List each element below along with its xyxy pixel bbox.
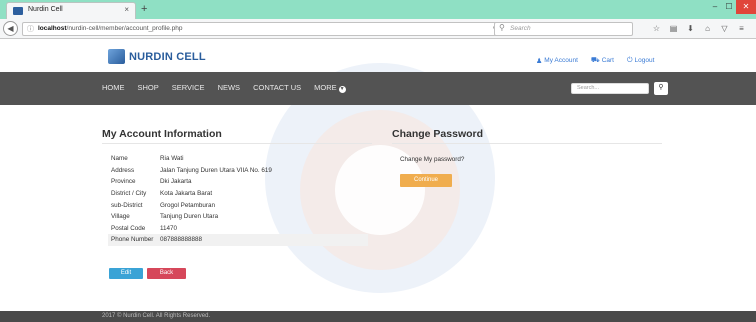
tab-strip: Nurdin Cell × + – ☐ ✕	[0, 0, 756, 19]
logo-icon[interactable]	[108, 49, 125, 64]
browser-window: Nurdin Cell × + – ☐ ✕ ◀ ⓘ localhost/nurd…	[0, 0, 756, 322]
user-icon: ♟	[536, 57, 543, 65]
account-info-label: Village	[111, 213, 130, 221]
site-logo-text[interactable]: NURDIN CELL	[129, 51, 206, 63]
account-info-row: District / City Kota Jakarta Barat	[108, 188, 368, 200]
browser-search-placeholder: Search	[510, 25, 531, 32]
edit-button[interactable]: Edit	[109, 268, 143, 279]
account-info-row: Name Ria Wati	[108, 153, 368, 165]
account-info-label: District / City	[111, 190, 147, 198]
account-info-label: sub-District	[111, 201, 143, 209]
site-header: NURDIN CELL ♟ My Account ⛟ Cart ⏻ Logout	[0, 40, 756, 72]
maximize-button[interactable]: ☐	[722, 0, 736, 14]
account-info-label: Name	[111, 155, 128, 163]
main-navigation: HOME SHOP SERVICE NEWS CONTACT US MORE ▼ …	[0, 72, 756, 105]
account-info-value: Jalan Tanjung Duren Utara VIIA No. 619	[160, 166, 272, 174]
account-info-row: sub-District Grogol Petamburan	[108, 199, 368, 211]
account-info-label: Postal Code	[111, 224, 146, 232]
back-button[interactable]: Back	[147, 268, 186, 279]
account-section-title: My Account Information	[102, 128, 222, 140]
account-info-row: Village Tanjung Duren Utara	[108, 211, 368, 223]
logout-link[interactable]: ⏻ Logout	[627, 56, 654, 65]
cart-icon: ⛟	[590, 57, 600, 64]
site-search-input[interactable]: Search...	[571, 83, 649, 94]
chevron-down-icon: ▼	[338, 86, 346, 93]
menu-item-service[interactable]: SERVICE	[172, 83, 205, 93]
web-page: NURDIN CELL ♟ My Account ⛟ Cart ⏻ Logout…	[0, 40, 756, 322]
menu: HOME SHOP SERVICE NEWS CONTACT US MORE ▼	[102, 83, 359, 93]
password-title-divider	[392, 143, 662, 144]
change-password-prompt: Change My password?	[400, 156, 465, 163]
my-account-link[interactable]: ♟ My Account	[536, 56, 578, 65]
account-info-row: Address Jalan Tanjung Duren Utara VIIA No…	[108, 165, 368, 177]
tab-title: Nurdin Cell	[28, 6, 63, 13]
favicon-icon	[13, 7, 23, 15]
download-icon[interactable]: ⬇	[682, 23, 699, 35]
account-info-row: Phone Number 087888888888	[108, 234, 368, 246]
cart-label: Cart	[601, 57, 614, 64]
account-info-value: Tanjung Duren Utara	[160, 213, 219, 221]
bookmark-star-icon[interactable]: ☆	[648, 23, 665, 35]
site-search-button[interactable]: ⚲	[654, 82, 668, 95]
pocket-icon[interactable]: ▽	[716, 23, 733, 35]
browser-tab[interactable]: Nurdin Cell ×	[6, 2, 136, 19]
account-info-value: Kota Jakarta Barat	[160, 190, 213, 198]
url-text: localhost/nurdin-cell/member/account_pro…	[38, 25, 183, 32]
account-info-label: Province	[111, 178, 136, 186]
window-controls: – ☐ ✕	[708, 0, 756, 16]
browser-search-box[interactable]: ⚲ Search	[494, 22, 633, 36]
account-info-row: Province Dki Jakarta	[108, 176, 368, 188]
close-window-button[interactable]: ✕	[736, 0, 756, 14]
site-footer: 2017 © Nurdin Cell. All Rights Reserved.	[0, 311, 756, 322]
account-info-value: Dki Jakarta	[160, 178, 192, 186]
toolbar-icons: ☆ ▤ ⬇ ⌂ ▽ ≡	[648, 23, 750, 35]
logout-label: Logout	[634, 57, 655, 64]
account-info-rows: Name Ria Wati Address Jalan Tanjung Duren U…	[108, 153, 368, 246]
continue-button[interactable]: Continue	[400, 174, 452, 187]
cart-link[interactable]: ⛟ Cart	[591, 56, 614, 65]
power-icon: ⏻	[626, 56, 633, 64]
tab-close-icon[interactable]: ×	[124, 5, 129, 14]
account-info-row: Postal Code 11470	[108, 223, 368, 235]
site-search-placeholder: Search...	[577, 85, 600, 91]
menu-item-more[interactable]: MORE ▼	[314, 83, 346, 93]
back-arrow-icon[interactable]: ◀	[3, 21, 18, 36]
change-password-title: Change Password	[392, 128, 484, 140]
account-info-label: Address	[111, 166, 135, 174]
browser-toolbar: ◀ ⓘ localhost/nurdin-cell/member/account…	[0, 19, 756, 39]
account-info-value: Grogol Petamburan	[160, 201, 215, 209]
home-icon[interactable]: ⌂	[699, 23, 716, 35]
account-title-divider	[102, 143, 372, 144]
footer-copyright: 2017 © Nurdin Cell. All Rights Reserved.	[102, 313, 211, 319]
search-icon: ⚲	[499, 23, 505, 32]
menu-icon[interactable]: ≡	[733, 23, 750, 35]
address-bar[interactable]: ⓘ localhost/nurdin-cell/member/account_p…	[22, 22, 504, 36]
account-info-value: Ria Wati	[160, 155, 184, 163]
account-info-table: Name Ria Wati Address Jalan Tanjung Duren U…	[108, 153, 368, 246]
info-icon[interactable]: ⓘ	[27, 24, 34, 34]
menu-item-news[interactable]: NEWS	[218, 83, 241, 93]
account-info-value: 087888888888	[160, 234, 368, 246]
menu-item-contact-us[interactable]: CONTACT US	[253, 83, 301, 93]
new-tab-button[interactable]: +	[141, 2, 147, 16]
menu-item-shop[interactable]: SHOP	[138, 83, 159, 93]
my-account-label: My Account	[544, 57, 578, 64]
clipboard-icon[interactable]: ▤	[665, 23, 682, 35]
account-info-value: 11470	[160, 224, 178, 232]
menu-more-label: MORE	[314, 83, 337, 92]
top-links: ♟ My Account ⛟ Cart ⏻ Logout	[536, 56, 667, 65]
menu-item-home[interactable]: HOME	[102, 83, 125, 93]
minimize-button[interactable]: –	[708, 0, 722, 14]
account-info-label: Phone Number	[108, 234, 160, 246]
